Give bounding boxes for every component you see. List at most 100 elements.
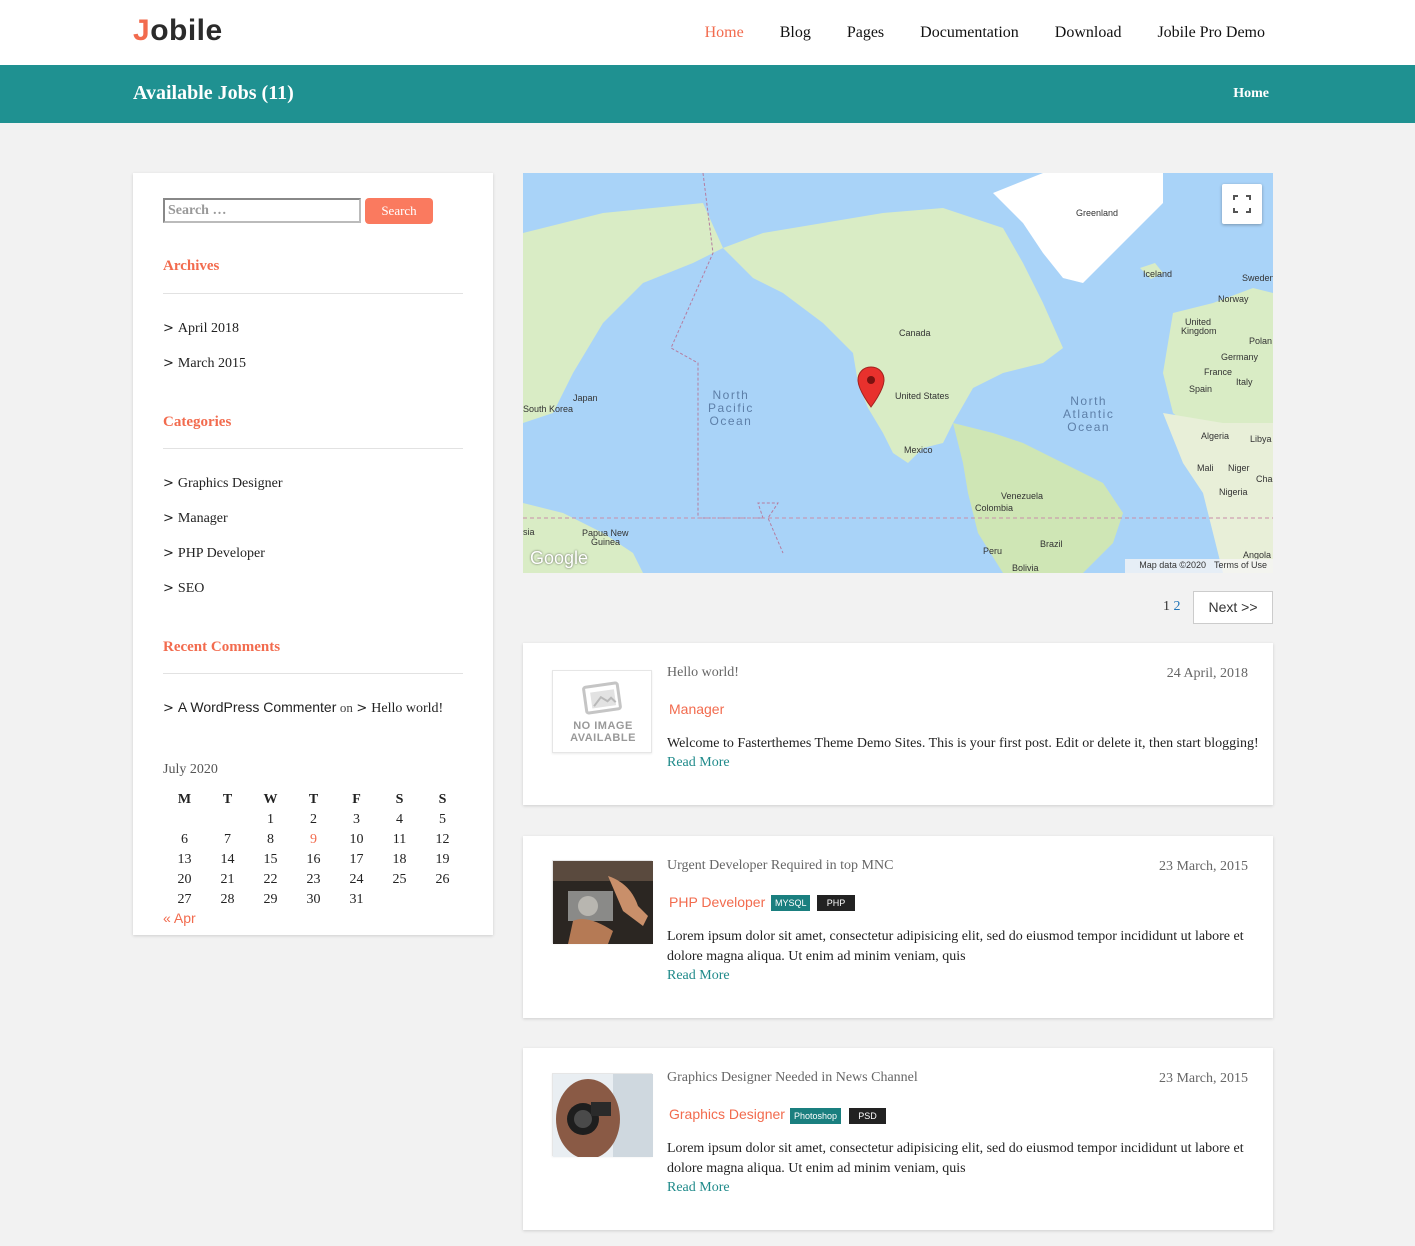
page-2-link[interactable]: 2 [1174, 599, 1181, 614]
calendar-day: 29 [263, 892, 278, 907]
map-label: Germany [1221, 352, 1259, 362]
jobs-map[interactable]: Greenland Iceland Sweden Norway United K… [523, 173, 1273, 573]
breadcrumb-home[interactable]: Home [1233, 86, 1269, 102]
calendar-weekday: S [395, 792, 404, 807]
job-category[interactable]: PHP Developer [669, 894, 765, 910]
calendar-day: 16 [306, 852, 321, 867]
map-label: Chac [1256, 474, 1273, 484]
map-label: Canada [899, 328, 931, 338]
read-more-link[interactable]: Read More [667, 1180, 730, 1196]
chevron-right-icon: > [163, 701, 174, 716]
search-button[interactable]: Search [365, 198, 433, 224]
category-link[interactable]: > SEO [163, 581, 204, 597]
comment-author-link[interactable]: A WordPress Commenter [178, 699, 336, 715]
page-banner: Available Jobs (11) Home [0, 65, 1415, 123]
nav-pages[interactable]: Pages [847, 24, 884, 42]
tag-badge[interactable]: Photoshop [790, 1108, 841, 1124]
read-more-link[interactable]: Read More [667, 755, 730, 771]
ocean-label-pacific: North Pacific Ocean [708, 388, 754, 428]
recent-comment: > A WordPress Commenter on > Hello world! [163, 699, 443, 717]
tag-badge[interactable]: PHP [817, 895, 855, 911]
terms-link[interactable]: Terms of Use [1214, 560, 1267, 570]
calendar-day: 8 [267, 832, 274, 847]
calendar-empty [378, 890, 421, 910]
page-title: Available Jobs (11) [133, 82, 294, 104]
fullscreen-icon [1233, 195, 1251, 213]
map-label: South Korea [523, 404, 574, 414]
calendar-weekday: M [177, 792, 192, 807]
map-label: Colombia [975, 503, 1014, 513]
categories-title: Categories [163, 414, 232, 430]
map-label: Mali [1197, 463, 1214, 473]
recent-comments-title: Recent Comments [163, 639, 281, 655]
chevron-right-icon: > [163, 581, 174, 596]
calendar-day: 21 [220, 872, 235, 887]
calendar-day: 31 [349, 892, 364, 907]
map-label: Greenland [1076, 208, 1119, 218]
job-thumbnail[interactable] [552, 1073, 653, 1159]
calendar-week: 20 21 22 23 24 25 26 [163, 870, 464, 890]
job-category[interactable]: Manager [669, 701, 724, 717]
job-thumbnail[interactable]: NO IMAGE AVAILABLE [552, 670, 652, 753]
designer-photo [553, 1074, 653, 1159]
tag-badge[interactable]: PSD [849, 1108, 886, 1124]
calendar-day: 3 [353, 812, 360, 827]
map-label: Bolivia [1012, 563, 1039, 573]
google-logo[interactable]: Google [530, 548, 588, 569]
map-attribution: Map data ©2020 Terms of Use [1125, 559, 1273, 573]
calendar-prev-link[interactable]: « Apr [163, 910, 196, 926]
nav-pro-demo[interactable]: Jobile Pro Demo [1157, 24, 1265, 42]
map-label: Brazil [1040, 539, 1063, 549]
job-title[interactable]: Graphics Designer Needed in News Channel [667, 1070, 918, 1086]
calendar-weekday: F [352, 792, 361, 807]
calendar-day: 20 [177, 872, 192, 887]
calendar-day: 22 [263, 872, 278, 887]
calendar-weekday: W [263, 792, 278, 807]
tag-badge[interactable]: MYSQL [771, 895, 810, 911]
map-label: Kingdom [1181, 326, 1217, 336]
archive-link[interactable]: > March 2015 [163, 356, 246, 372]
nav-documentation[interactable]: Documentation [920, 24, 1019, 42]
calendar-day: 23 [306, 872, 321, 887]
category-link[interactable]: > Manager [163, 511, 228, 527]
job-category[interactable]: Graphics Designer [669, 1106, 785, 1122]
nav-home[interactable]: Home [705, 24, 744, 42]
job-thumbnail[interactable] [552, 860, 653, 944]
calendar-day: 2 [310, 812, 317, 827]
calendar-day: 12 [435, 832, 450, 847]
calendar-week: 6 7 8 9 10 11 12 [163, 830, 464, 850]
map-label: Libya [1250, 434, 1272, 444]
calendar: MTWTFSS 1 2 3 4 5 6 7 8 9 10 11 12 13 14 15 16 17 18 19 20 2… [163, 790, 464, 910]
calendar-day: 7 [224, 832, 231, 847]
map-label: Guinea [591, 537, 621, 547]
calendar-empty [206, 810, 249, 830]
comment-post-link[interactable]: Hello world! [371, 701, 443, 716]
calendar-day: 6 [181, 832, 188, 847]
category-link[interactable]: > PHP Developer [163, 546, 265, 562]
map-label: Iceland [1143, 269, 1173, 279]
read-more-link[interactable]: Read More [667, 968, 730, 984]
calendar-empty [163, 810, 206, 830]
fullscreen-button[interactable] [1222, 184, 1262, 224]
job-title[interactable]: Hello world! [667, 665, 739, 681]
map-marker-icon[interactable] [857, 366, 885, 408]
nav-blog[interactable]: Blog [780, 24, 811, 42]
search-input[interactable] [163, 198, 361, 223]
map-label: Sweden [1242, 273, 1273, 283]
job-excerpt: Welcome to Fasterthemes Theme Demo Sites… [667, 736, 1259, 751]
category-link[interactable]: > Graphics Designer [163, 476, 282, 492]
calendar-day: 26 [435, 872, 450, 887]
calendar-empty [421, 890, 464, 910]
calendar-day: 11 [392, 832, 407, 847]
calendar-day: 24 [349, 872, 364, 887]
ocean-label-atlantic: North Atlantic Ocean [1063, 394, 1115, 434]
job-date: 23 March, 2015 [1158, 1071, 1248, 1086]
archive-link[interactable]: > April 2018 [163, 321, 239, 337]
chevron-right-icon: > [356, 701, 368, 716]
nav-download[interactable]: Download [1055, 24, 1122, 42]
site-logo[interactable]: Jobile [133, 14, 223, 48]
calendar-caption: July 2020 [163, 762, 218, 777]
next-page-button[interactable]: Next >> [1193, 591, 1273, 624]
job-title[interactable]: Urgent Developer Required in top MNC [667, 858, 893, 874]
map-label: Niger [1228, 463, 1250, 473]
